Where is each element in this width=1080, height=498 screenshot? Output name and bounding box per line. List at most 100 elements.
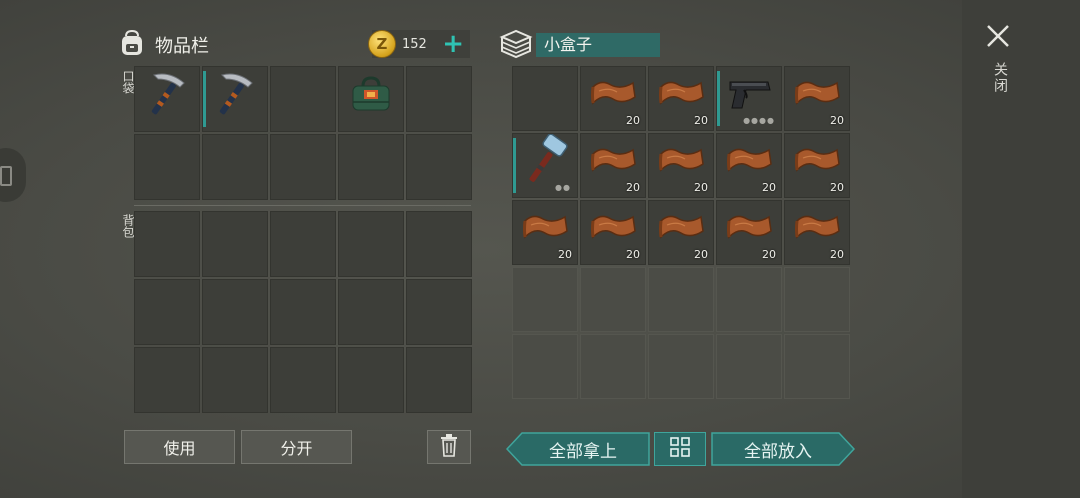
leather-icon [723, 144, 775, 182]
trash-button[interactable] [427, 430, 471, 464]
leather-icon [655, 211, 707, 249]
container-slot[interactable] [784, 267, 850, 332]
container-slot[interactable] [648, 334, 714, 399]
put-all-button[interactable]: 全部放入 [711, 432, 855, 466]
container-slot[interactable]: ●●●● [716, 66, 782, 131]
backpack-slot[interactable] [202, 211, 268, 277]
pocket-slot[interactable] [338, 66, 404, 132]
leather-icon [655, 144, 707, 182]
green-bag-icon [349, 74, 393, 118]
close-icon [987, 25, 1009, 47]
item-quantity: 20 [762, 248, 776, 261]
item-quantity: 20 [694, 114, 708, 127]
pocket-slot[interactable] [134, 66, 200, 132]
item-quantity: 20 [626, 181, 640, 194]
leather-icon [587, 211, 639, 249]
container-title: 小盒子 [536, 33, 660, 57]
backpack-slot[interactable] [406, 347, 472, 413]
item-quantity: 20 [830, 114, 844, 127]
trash-icon [439, 433, 459, 461]
backpack-slot[interactable] [406, 279, 472, 345]
backpack-slot[interactable] [270, 211, 336, 277]
backpack-slot[interactable] [202, 279, 268, 345]
container-slot[interactable]: 20 [784, 200, 850, 265]
backpack-slot[interactable] [134, 211, 200, 277]
container-slot[interactable]: ●● [512, 133, 578, 198]
container-slot[interactable]: 20 [648, 133, 714, 198]
container-slot[interactable] [512, 334, 578, 399]
container-slot[interactable]: 20 [580, 66, 646, 131]
leather-icon [791, 144, 843, 182]
take-all-button[interactable]: 全部拿上 [506, 432, 650, 466]
pocket-slot[interactable] [270, 66, 336, 132]
pickaxe-icon [140, 67, 194, 125]
container-slot[interactable]: 20 [784, 133, 850, 198]
backpack-slot[interactable] [270, 347, 336, 413]
selection-marker [203, 71, 206, 127]
leather-icon [519, 211, 571, 249]
pocket-slot[interactable] [270, 134, 336, 200]
pocket-slot[interactable] [202, 134, 268, 200]
container-slot[interactable] [716, 334, 782, 399]
sort-button[interactable] [654, 432, 706, 466]
backpack-slot[interactable] [338, 279, 404, 345]
durability-dots: ●● [555, 183, 571, 192]
container-slot[interactable]: 20 [784, 66, 850, 131]
container-slot[interactable] [512, 66, 578, 131]
take-all-label: 全部拿上 [549, 441, 617, 462]
coin-icon: Z [368, 30, 396, 58]
pocket-slot[interactable] [406, 134, 472, 200]
inventory-header: 物品栏 [117, 28, 209, 62]
backpack-slot[interactable] [134, 347, 200, 413]
backpack-slot[interactable] [406, 211, 472, 277]
pocket-slot[interactable] [406, 66, 472, 132]
container-slot[interactable]: 20 [512, 200, 578, 265]
container-slot[interactable]: 20 [580, 133, 646, 198]
backpack-grid [134, 211, 472, 413]
item-quantity: 20 [830, 181, 844, 194]
split-button[interactable]: 分开 [241, 430, 352, 464]
pocket-divider [134, 205, 471, 206]
pickaxe-icon [208, 67, 262, 125]
use-button[interactable]: 使用 [124, 430, 235, 464]
leather-icon [791, 77, 843, 115]
container-slot[interactable] [580, 267, 646, 332]
backpack-slot[interactable] [338, 211, 404, 277]
container-slot[interactable] [784, 334, 850, 399]
side-panel [962, 0, 1080, 498]
backpack-slot[interactable] [338, 347, 404, 413]
container-slot[interactable]: 20 [580, 200, 646, 265]
container-slot[interactable] [512, 267, 578, 332]
box-icon [498, 28, 534, 64]
selection-marker [717, 71, 720, 126]
backpack-icon [117, 28, 147, 62]
backpack-slot[interactable] [202, 347, 268, 413]
container-slot[interactable] [580, 334, 646, 399]
container-grid: 20 20 ●●●● 20 ●● 20 20 20 20 20 20 20 20 20 [512, 66, 850, 412]
put-all-label: 全部放入 [744, 441, 812, 462]
item-quantity: 20 [694, 181, 708, 194]
leather-icon [587, 144, 639, 182]
container-slot[interactable]: 20 [648, 200, 714, 265]
item-quantity: 20 [558, 248, 572, 261]
container-slot[interactable] [716, 267, 782, 332]
container-slot[interactable]: 20 [716, 133, 782, 198]
pocket-grid [134, 66, 472, 200]
leather-icon [791, 211, 843, 249]
backpack-slot[interactable] [270, 279, 336, 345]
coin-amount: 152 [402, 36, 427, 52]
item-quantity: 20 [626, 248, 640, 261]
pocket-slot[interactable] [338, 134, 404, 200]
container-slot[interactable]: 20 [716, 200, 782, 265]
container-slot[interactable] [648, 267, 714, 332]
close-button[interactable] [984, 22, 1012, 50]
inventory-title: 物品栏 [155, 36, 209, 57]
add-currency-button[interactable]: + [442, 31, 464, 57]
pocket-slot[interactable] [202, 66, 268, 132]
backpack-slot[interactable] [134, 279, 200, 345]
leather-icon [587, 77, 639, 115]
currency-display: Z 152 + [368, 30, 470, 58]
container-slot[interactable]: 20 [648, 66, 714, 131]
leather-icon [723, 211, 775, 249]
pocket-slot[interactable] [134, 134, 200, 200]
